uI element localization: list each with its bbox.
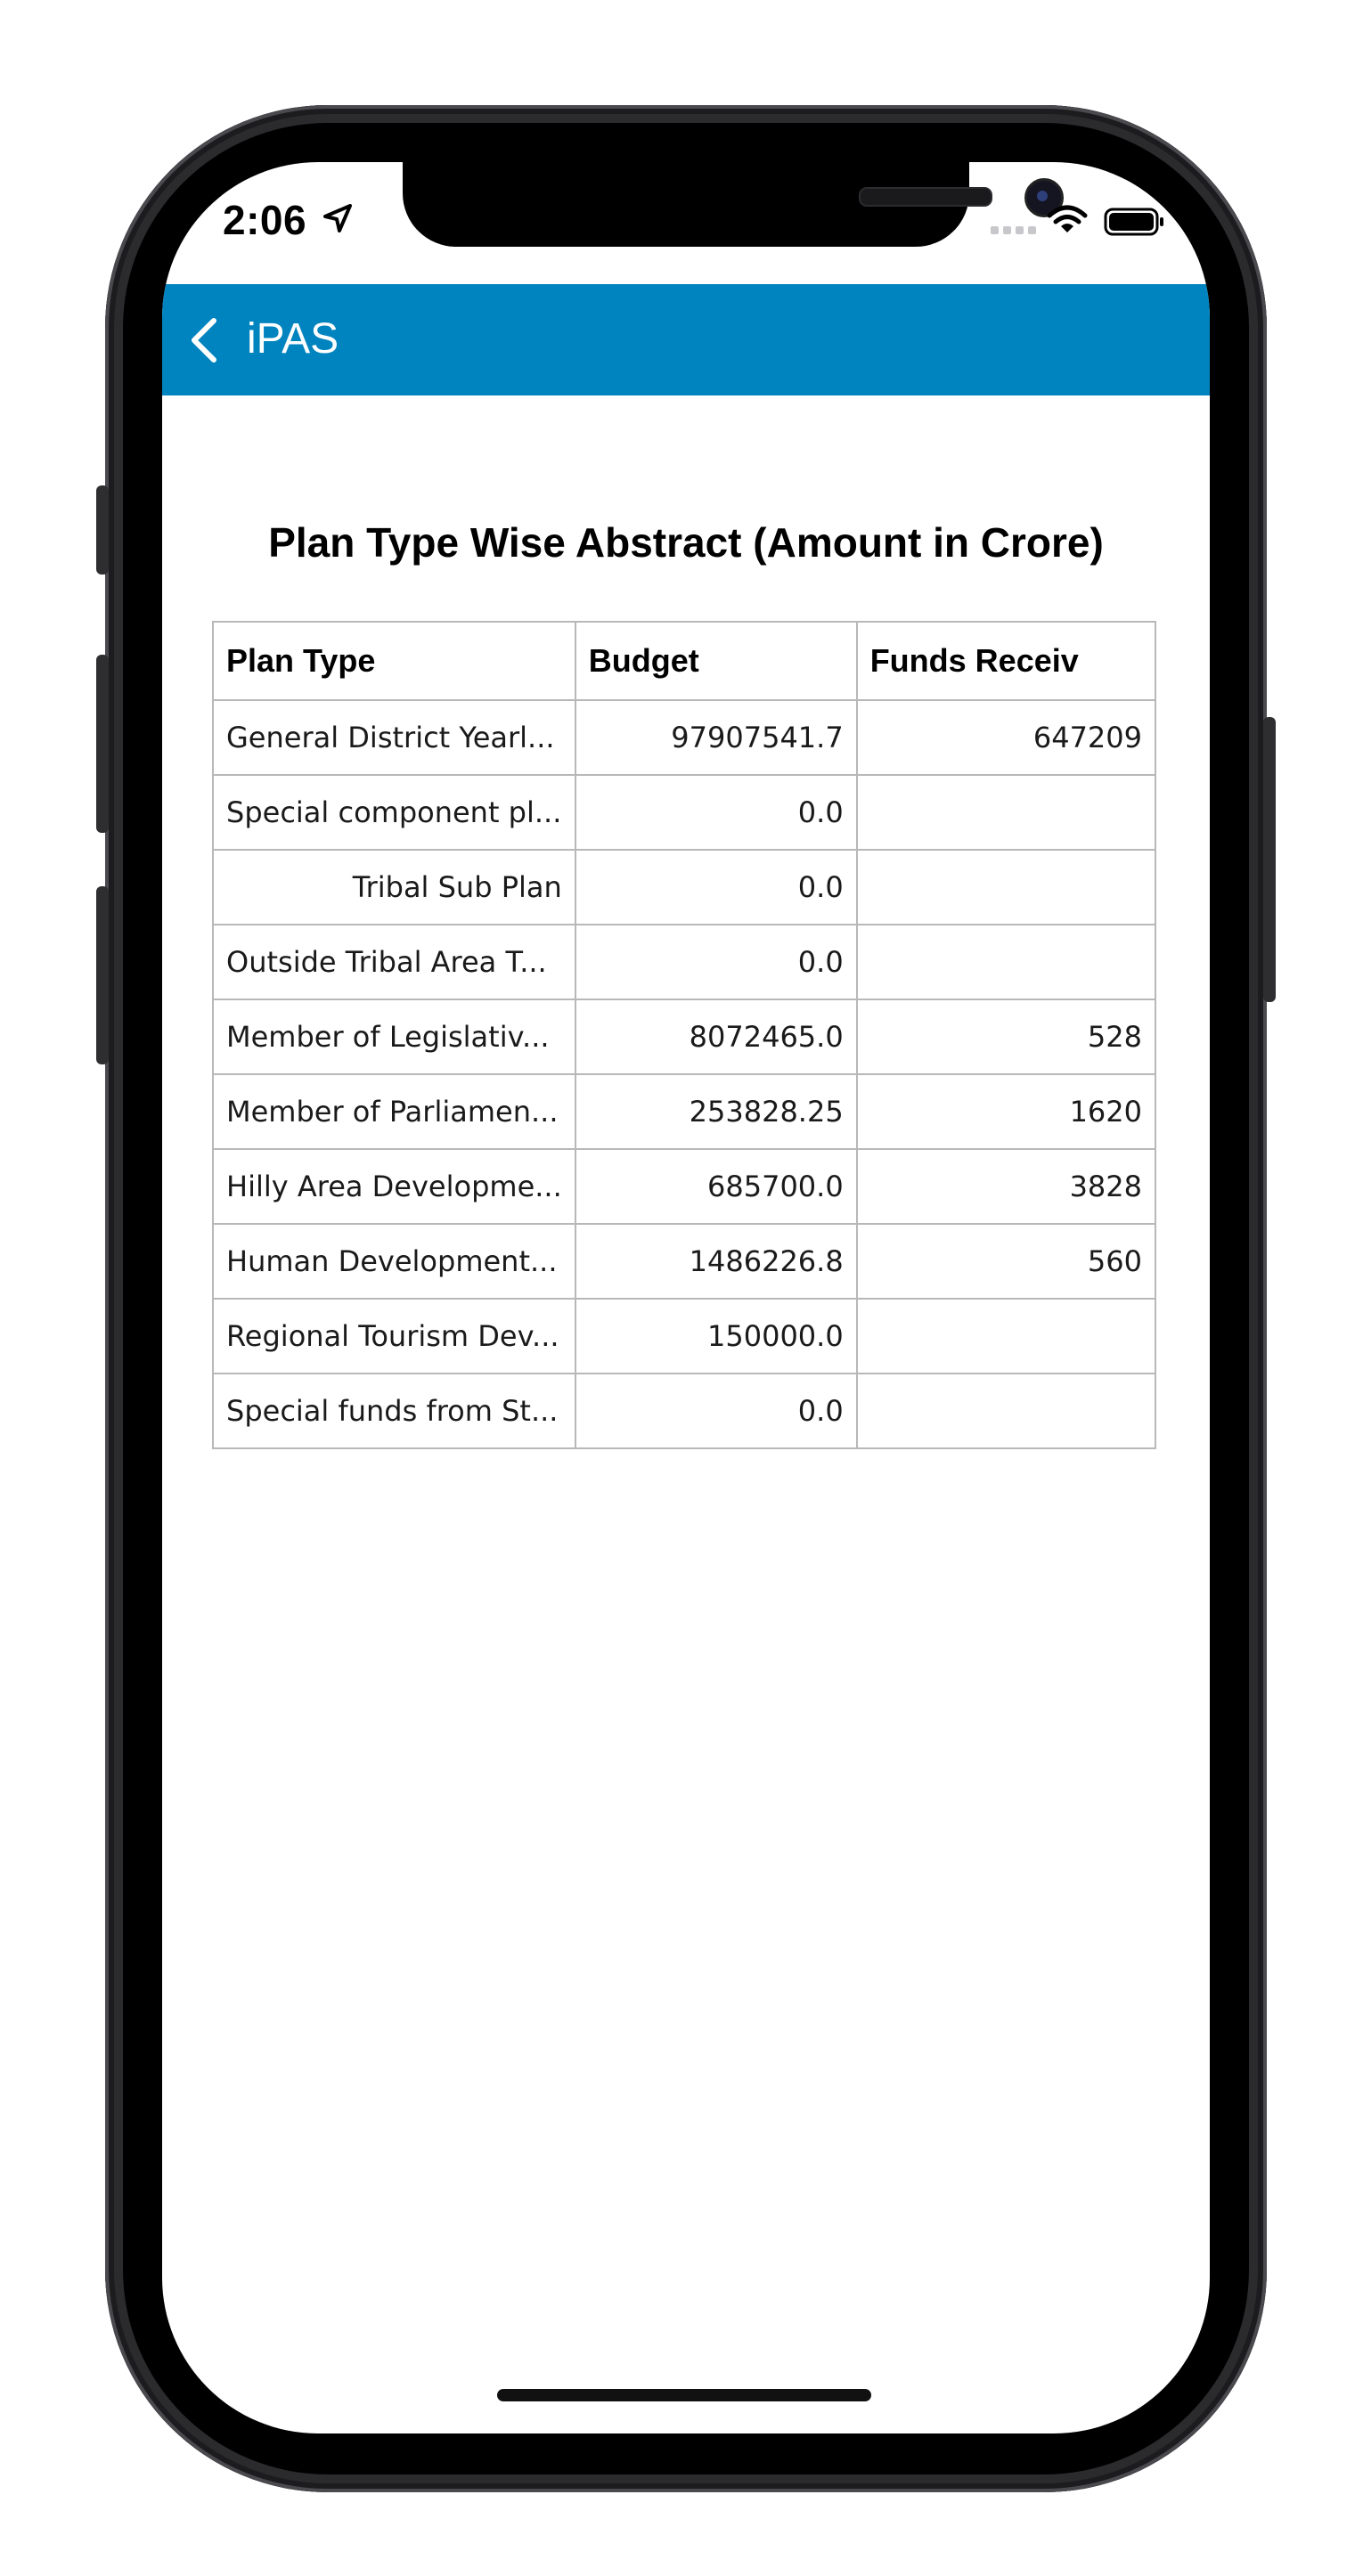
funds-cell: 1620 <box>855 1073 1156 1150</box>
table-row[interactable]: Hilly Area Developme... 685700.0 3828 <box>212 1148 1156 1225</box>
budget-cell: 0.0 <box>574 849 858 925</box>
speaker-grille <box>859 187 992 207</box>
funds-cell: 3828 <box>855 1148 1156 1225</box>
volume-down-button <box>96 886 109 1064</box>
budget-cell: 0.0 <box>574 1373 858 1449</box>
status-time: 2:06 <box>223 197 307 243</box>
home-indicator[interactable] <box>497 2389 871 2401</box>
plan-type-cell: Regional Tourism Dev... <box>212 1298 576 1374</box>
table-row[interactable]: Special component pl... 0.0 <box>212 774 1156 851</box>
plan-type-cell: Special funds from St... <box>212 1373 576 1449</box>
plan-type-cell: Special component pl... <box>212 774 576 851</box>
header-budget: Budget <box>574 621 858 701</box>
table-row[interactable]: Regional Tourism Dev... 150000.0 <box>212 1298 1156 1374</box>
plan-type-cell: Member of Legislativ... <box>212 999 576 1075</box>
table-row[interactable]: Member of Legislativ... 8072465.0 528 <box>212 999 1156 1075</box>
table-header-row: Plan Type Budget Funds Receiv <box>212 621 1156 701</box>
funds-cell <box>855 1373 1156 1449</box>
plan-type-cell: Hilly Area Developme... <box>212 1148 576 1225</box>
funds-cell: 647209 <box>855 699 1156 776</box>
budget-cell: 97907541.7 <box>574 699 858 776</box>
budget-cell: 1486226.8 <box>574 1223 858 1300</box>
power-button <box>1263 717 1276 1002</box>
plan-type-cell: General District Yearl... <box>212 699 576 776</box>
abstract-table: Plan Type Budget Funds Receiv General Di… <box>212 621 1156 1449</box>
table-row[interactable]: Outside Tribal Area T... 0.0 <box>212 924 1156 1000</box>
plan-type-cell: Tribal Sub Plan <box>212 849 576 925</box>
table-row[interactable]: General District Yearl... 97907541.7 647… <box>212 699 1156 776</box>
funds-cell <box>855 774 1156 851</box>
funds-cell <box>855 924 1156 1000</box>
plan-type-cell: Member of Parliamen... <box>212 1073 576 1150</box>
battery-icon <box>1104 208 1163 236</box>
table-row[interactable]: Member of Parliamen... 253828.25 1620 <box>212 1073 1156 1150</box>
funds-cell: 528 <box>855 999 1156 1075</box>
funds-cell <box>855 1298 1156 1374</box>
navigation-bar: iPAS <box>162 284 1210 395</box>
silent-switch <box>96 485 109 575</box>
header-plan-type: Plan Type <box>212 621 576 701</box>
plan-type-cell: Outside Tribal Area T... <box>212 924 576 1000</box>
back-button[interactable]: iPAS <box>247 314 339 363</box>
funds-cell: 560 <box>855 1223 1156 1300</box>
back-chevron-icon[interactable] <box>189 317 219 363</box>
volume-up-button <box>96 655 109 833</box>
table-row[interactable]: Tribal Sub Plan 0.0 <box>212 849 1156 925</box>
budget-cell: 685700.0 <box>574 1148 858 1225</box>
signal-icon <box>991 226 1036 234</box>
screen: 2:06 iPAS Plan Type Wise Abstract (Amoun… <box>162 162 1210 2433</box>
budget-cell: 8072465.0 <box>574 999 858 1075</box>
plan-type-cell: Human Development... <box>212 1223 576 1300</box>
page-title: Plan Type Wise Abstract (Amount in Crore… <box>268 519 1104 566</box>
budget-cell: 0.0 <box>574 774 858 851</box>
notch <box>403 162 1064 247</box>
budget-cell: 0.0 <box>574 924 858 1000</box>
wifi-icon <box>1047 205 1088 232</box>
table-row[interactable]: Special funds from St... 0.0 <box>212 1373 1156 1449</box>
header-funds-received: Funds Receiv <box>855 621 1156 701</box>
location-arrow-icon <box>323 204 352 232</box>
budget-cell: 150000.0 <box>574 1298 858 1374</box>
abstract-table-scroll[interactable]: Plan Type Budget Funds Receiv General Di… <box>212 621 1156 1485</box>
table-row[interactable]: Human Development... 1486226.8 560 <box>212 1223 1156 1300</box>
budget-cell: 253828.25 <box>574 1073 858 1150</box>
funds-cell <box>855 849 1156 925</box>
